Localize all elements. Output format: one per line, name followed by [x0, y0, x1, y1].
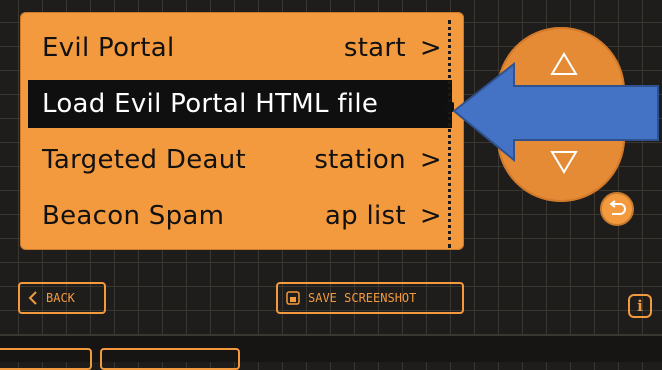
strip-tab-left[interactable] [0, 348, 92, 370]
menu-item-evil-portal[interactable]: Evil Portal start > [28, 24, 452, 72]
menu-item-label: Targeted Deaut [42, 145, 247, 175]
return-button[interactable] [600, 192, 634, 226]
menu-item-label: Load Evil Portal HTML file [42, 89, 379, 119]
save-icon [286, 291, 300, 305]
back-chevron-icon [28, 291, 37, 305]
back-button[interactable]: BACK [18, 282, 106, 314]
menu-scrollbar[interactable] [448, 20, 451, 248]
menu-item-label: Beacon Spam [42, 201, 225, 231]
menu-item-value: ap list [324, 201, 406, 231]
back-button-label: BACK [46, 291, 75, 305]
save-button-label: SAVE SCREENSHOT [308, 291, 417, 305]
menu-item-arrow: > [419, 33, 442, 63]
menu-item-label: Evil Portal [42, 33, 175, 63]
menu-item-value: station [314, 145, 406, 175]
attack-menu: Evil Portal start > Load Evil Portal HTM… [20, 12, 464, 250]
menu-item-beacon-spam[interactable]: Beacon Spam ap list > [28, 192, 452, 240]
menu-item-value: start [343, 33, 406, 63]
flipper-screen: Evil Portal start > Load Evil Portal HTM… [0, 0, 662, 370]
info-button[interactable]: i [628, 294, 652, 318]
bottom-strip [0, 334, 662, 370]
info-icon: i [637, 297, 643, 315]
return-icon [609, 200, 626, 215]
save-screenshot-button[interactable]: SAVE SCREENSHOT [276, 282, 464, 314]
pointer-arrow-icon [452, 62, 659, 163]
menu-item-arrow: > [419, 145, 442, 175]
menu-item-load-evil-portal-html[interactable]: Load Evil Portal HTML file [28, 80, 452, 128]
menu-item-targeted-deauth[interactable]: Targeted Deaut station > [28, 136, 452, 184]
menu-item-arrow: > [419, 201, 442, 231]
strip-tab-right[interactable] [100, 348, 240, 370]
